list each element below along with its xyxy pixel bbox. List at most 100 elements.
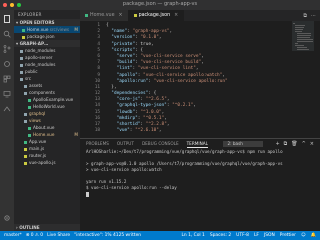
file-tree-label: src [25,76,32,81]
code-token: "^0.5.1" [143,115,165,121]
status-item-right[interactable]: UTF-8 [236,233,249,238]
panel-tab[interactable]: DEBUG CONSOLE [142,141,179,148]
code-token: "vue-cli-service build" [140,60,202,66]
code-token: true [140,41,151,47]
file-tree-label: About.vue [33,125,55,130]
file-tree-item[interactable]: apollo-server [14,54,80,61]
split-editor-icon[interactable]: ⧉ [303,13,307,19]
code-token: , [195,66,199,72]
status-item-left[interactable]: Live Share [47,233,70,238]
status-item-right[interactable]: 🔔 [311,233,316,238]
code-token: "lint" [116,66,133,72]
close-tab-icon[interactable]: × [119,10,123,21]
split-terminal-icon[interactable]: ⧉ [284,141,288,147]
file-tree-item[interactable]: assets [14,82,80,89]
open-editors-header[interactable]: ▾ OPEN EDITORS [14,19,80,26]
maximize-panel-icon[interactable]: ^ [302,141,306,147]
file-tree-label: apollo-server [25,55,53,60]
status-item-right[interactable]: Spaces: 2 [210,233,231,238]
code-token: , [166,122,170,127]
file-tree-item[interactable]: src [14,75,80,82]
status-item-right[interactable]: LF [254,233,259,238]
code-token: "^2.6.10" [135,128,159,134]
status-item-right[interactable]: JSON [264,233,275,238]
status-item-left[interactable]: ⊗ 0 ⚠ 0 [26,233,43,238]
file-tree-item[interactable]: node_modules [14,61,80,68]
remote-explorer-icon[interactable] [3,90,11,98]
project-folder-header[interactable]: ▾ GRAPH-AP… [14,40,80,47]
file-tree: node_modules apollo-server node_modules pub… [14,47,80,166]
file-tree-item[interactable]: Home.vue M [14,131,80,138]
code-token: "lowdb" [116,109,136,115]
source-control-icon[interactable] [3,45,11,53]
kill-terminal-icon[interactable]: 🗑 [291,141,297,147]
open-editor-path: src/views [48,27,70,32]
folder-icon [24,84,27,88]
open-editor-label: package.json [27,34,55,39]
file-tree-item[interactable]: public [14,68,80,75]
file-tree-label: ApolloExample.vue [33,97,74,102]
more-actions-icon[interactable]: ⋯ [311,13,316,19]
status-item-right[interactable]: Ln 1, Col 1 [181,233,204,238]
file-icon [22,28,25,32]
minimap[interactable] [292,21,314,131]
editor-tab[interactable]: package.json × [128,10,185,21]
file-icon [85,14,88,17]
close-tab-icon[interactable]: × [174,10,178,21]
status-item-right[interactable]: Prettier [280,233,296,238]
folder-icon [24,112,27,116]
file-tree-item[interactable]: main.js [14,145,80,152]
file-tree-item[interactable]: router.js [14,152,80,159]
modified-badge: M [74,132,78,137]
code-token: , [158,35,162,41]
panel-tab[interactable]: OUTPUT [117,141,134,148]
code-token: "0.1.0" [140,35,159,41]
file-tree-item[interactable]: components [14,89,80,96]
file-tree-item[interactable]: About.vue [14,124,80,131]
file-tree-item[interactable]: App.vue [14,138,80,145]
code-token: , [201,60,204,66]
search-icon[interactable] [3,30,11,38]
terminal-output[interactable]: ArlHOSharlie:~/Dev/t7/programming/vue/gr… [80,149,320,197]
file-icon [24,147,27,151]
file-tree-item[interactable]: views [14,117,80,124]
file-icon [133,14,137,17]
code-token: , [161,109,165,115]
status-item-left[interactable]: master* [4,233,22,238]
code-token: , [158,128,162,134]
editor-tab[interactable]: Home.vue × [80,10,129,21]
editor-actions: ⧉ ⋯ [303,10,320,21]
files-icon[interactable] [3,15,11,23]
close-panel-icon[interactable]: × [310,141,314,147]
terminal-select[interactable]: 2: bash [223,141,264,147]
file-tree-item[interactable]: HelloWorld.vue [14,103,80,110]
debug-icon[interactable] [3,60,11,68]
file-tree-item[interactable]: node_modules [14,47,80,54]
new-terminal-icon[interactable]: + [275,141,279,147]
file-tree-item[interactable]: ApolloExample.vue [14,96,80,103]
file-tree-label: graphql [29,111,46,116]
live-share-icon[interactable] [3,105,11,113]
code-editor[interactable]: 1{2 "name": "graph-app-vs", 3 "version": … [80,21,320,138]
extensions-icon[interactable] [3,75,11,83]
panel-tab[interactable]: PROBLEMS [86,141,109,148]
file-icon [22,35,25,39]
code-token: "shortid" [116,122,141,127]
file-tree-item[interactable]: vue-apollo.js [14,159,80,166]
outline-header[interactable]: › OUTLINE [14,224,80,231]
file-tree-item[interactable]: graphql [14,110,80,117]
settings-gear-icon[interactable] [3,214,11,222]
file-tree-label: router.js [29,153,47,158]
panel-tab[interactable]: TERMINAL [186,141,208,148]
code-token: "^2.2.8" [145,122,167,127]
status-item-right[interactable]: ☺ [301,233,306,238]
open-editor-item[interactable]: package.json [14,33,80,40]
open-editor-item[interactable]: Home.vue src/views M [14,26,80,33]
status-item-left[interactable]: "interactive": 1% 4125 written [74,233,141,238]
